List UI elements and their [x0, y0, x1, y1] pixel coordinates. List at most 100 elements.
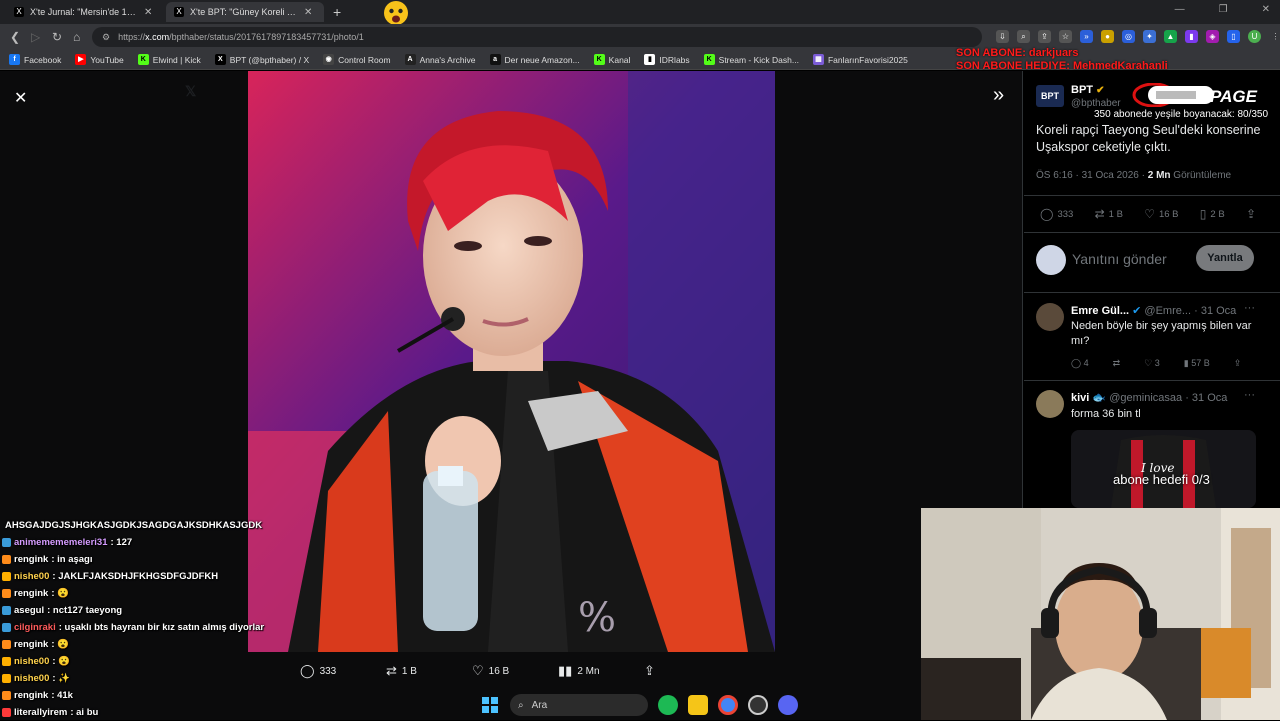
like-icon[interactable]: ♡ 3: [1144, 358, 1160, 369]
bookmark-item[interactable]: ▶ YouTube: [75, 54, 124, 65]
reply-text: forma 36 bin tl: [1071, 408, 1141, 420]
author-handle[interactable]: @bpthaber: [1071, 98, 1121, 109]
spotify-icon[interactable]: [658, 695, 678, 715]
sidepanel-icon[interactable]: ▯: [1227, 30, 1240, 43]
chat-username[interactable]: literallyirem: [14, 704, 67, 721]
site-info-icon[interactable]: ⚙: [102, 32, 110, 43]
share-page-icon[interactable]: ⇪: [1038, 30, 1051, 43]
retweet-action[interactable]: ⇄ 1 B: [386, 662, 472, 680]
bookmark-item[interactable]: K Elwind | Kick: [137, 54, 201, 65]
views-icon[interactable]: ▮ 57 B: [1184, 358, 1210, 369]
address-bar[interactable]: ⚙ https://x.com/bpthaber/status/20176178…: [92, 27, 982, 47]
profile-avatar[interactable]: U: [1248, 30, 1261, 43]
chat-badge-icon: [2, 606, 11, 615]
share-stat[interactable]: ⇪: [1246, 207, 1260, 221]
more-options-icon[interactable]: ···: [1244, 302, 1255, 314]
bookmark-stat[interactable]: ▯ 2 B: [1200, 207, 1225, 221]
chat-username[interactable]: rengink: [14, 551, 48, 568]
discord-icon[interactable]: [778, 695, 798, 715]
bookmark-label: Control Room: [338, 54, 391, 65]
like-stat[interactable]: ♡ 16 B: [1144, 207, 1178, 221]
chat-username[interactable]: asegul: [14, 602, 44, 619]
like-action[interactable]: ♡ 16 B: [472, 662, 558, 680]
chat-username[interactable]: nishe00: [14, 670, 49, 687]
extension-icon[interactable]: »: [1080, 30, 1093, 43]
chat-username[interactable]: nishe00: [14, 653, 49, 670]
taskbar-search[interactable]: ⌕ Ara: [510, 694, 648, 716]
back-icon[interactable]: ❮: [10, 30, 20, 44]
home-icon[interactable]: ⌂: [73, 30, 80, 44]
install-icon[interactable]: ⇩: [996, 30, 1009, 43]
archive-icon: A: [404, 54, 416, 65]
reply-icon[interactable]: ◯ 4: [1071, 358, 1089, 369]
chat-username[interactable]: rengink: [14, 636, 48, 653]
chat-username[interactable]: animemememeleri31: [14, 534, 107, 551]
extension-icon[interactable]: ◈: [1206, 30, 1219, 43]
chat-badge-icon: [2, 691, 11, 700]
bookmark-item[interactable]: a Der neue Amazon...: [489, 54, 580, 65]
close-viewer-button[interactable]: ✕: [14, 88, 27, 108]
reply-stat[interactable]: ◯ 333: [1040, 207, 1073, 221]
reply-input[interactable]: Yanıtını gönder: [1072, 251, 1167, 267]
reply-button[interactable]: Yanıtla: [1196, 245, 1254, 271]
reply-author[interactable]: Emre Gül... ✔ @Emre... · 31 Oca: [1071, 304, 1236, 317]
file-explorer-icon[interactable]: [688, 695, 708, 715]
chat-badge-icon: [2, 572, 11, 581]
reply-icon: ◯: [300, 663, 315, 678]
bookmark-item[interactable]: ◉ Control Room: [323, 54, 391, 65]
author-avatar[interactable]: BPT: [1036, 85, 1064, 107]
share-icon[interactable]: ⇪: [1234, 358, 1242, 369]
reply-avatar[interactable]: [1036, 390, 1064, 418]
menu-icon[interactable]: ⋮: [1269, 30, 1280, 43]
extension-icon[interactable]: ●: [1101, 30, 1114, 43]
divider: [1024, 292, 1280, 293]
extension-icon[interactable]: ▲: [1164, 30, 1177, 43]
bookmark-item[interactable]: f Facebook: [9, 54, 61, 65]
chat-username[interactable]: rengink: [14, 585, 48, 602]
chrome-icon[interactable]: [718, 695, 738, 715]
action-count: 2 Mn: [577, 665, 600, 677]
reply-media-image[interactable]: I love: [1071, 430, 1256, 508]
extension-icon[interactable]: ◎: [1122, 30, 1135, 43]
like-icon: ♡: [1144, 207, 1155, 221]
reload-icon[interactable]: ↻: [52, 30, 62, 44]
tweet-photo[interactable]: %: [248, 71, 775, 652]
bookmark-item[interactable]: ▦ FanlarınFavorisi2025: [812, 54, 908, 65]
bookmark-item[interactable]: K Kanal: [593, 54, 630, 65]
new-tab-button[interactable]: +: [333, 4, 341, 20]
share-action[interactable]: ⇪: [644, 662, 730, 680]
reply-author[interactable]: kivi 🐟 @geminicasaa · 31 Oca: [1071, 391, 1227, 404]
bookmark-star-icon[interactable]: ☆: [1059, 30, 1072, 43]
bookmark-item[interactable]: ▮ IDRlabs: [644, 54, 690, 65]
search-icon: ⌕: [518, 699, 524, 711]
bookmark-item[interactable]: X BPT (@bpthaber) / X: [214, 54, 309, 65]
extension-icon[interactable]: ▮: [1185, 30, 1198, 43]
action-count: 16 B: [488, 665, 510, 677]
tab-close-icon[interactable]: ✕: [304, 7, 312, 18]
next-panel-button[interactable]: »: [993, 84, 1004, 107]
extension-icon[interactable]: ✦: [1143, 30, 1156, 43]
browser-tab-1[interactable]: X X'te Jurnal: "Mersin'de 12 milyon ✕: [6, 2, 164, 22]
author-name[interactable]: BPT ✔: [1071, 84, 1104, 96]
obs-icon[interactable]: [748, 695, 768, 715]
window-close-icon[interactable]: ✕: [1262, 4, 1270, 15]
maximize-icon[interactable]: ❐: [1219, 4, 1228, 15]
chat-text: : 😮: [51, 639, 69, 650]
bookmark-item[interactable]: A Anna's Archive: [404, 54, 476, 65]
reply-avatar[interactable]: [1036, 303, 1064, 331]
chat-username[interactable]: cilginraki: [14, 619, 56, 636]
views-action[interactable]: ▮▮ 2 Mn: [558, 662, 644, 680]
retweet-icon[interactable]: ⇄: [1113, 358, 1121, 369]
retweet-stat[interactable]: ⇄ 1 B: [1095, 207, 1123, 221]
more-options-icon[interactable]: ···: [1244, 389, 1255, 401]
windows-start-icon[interactable]: [480, 695, 500, 715]
bookmark-item[interactable]: K Stream - Kick Dash...: [703, 54, 799, 65]
browser-tab-2[interactable]: X X'te BPT: "Güney Koreli Taeyeong ✕: [166, 2, 324, 22]
chat-username[interactable]: nishe00: [14, 568, 49, 585]
zoom-icon[interactable]: ⌕: [1017, 30, 1030, 43]
chat-username[interactable]: rengink: [14, 687, 48, 704]
reply-action[interactable]: ◯ 333: [300, 662, 386, 680]
forward-icon[interactable]: ▷: [31, 30, 40, 44]
tab-close-icon[interactable]: ✕: [144, 7, 152, 18]
minimize-icon[interactable]: —: [1175, 4, 1185, 15]
